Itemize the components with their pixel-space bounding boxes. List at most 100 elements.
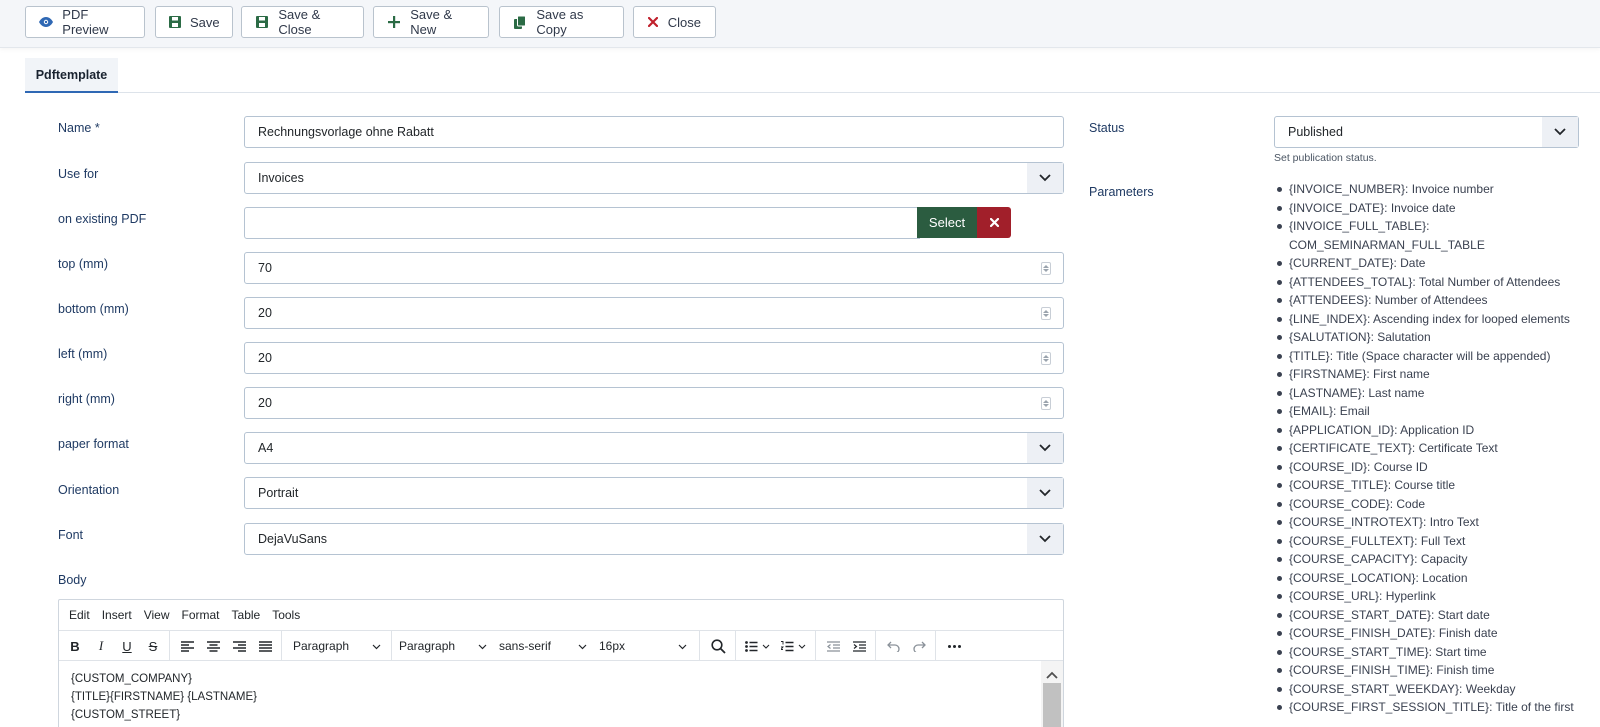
spinner-icon[interactable] xyxy=(1041,352,1051,365)
paper-format-label: paper format xyxy=(58,437,129,451)
align-right-icon[interactable] xyxy=(227,631,251,661)
floppy-icon xyxy=(255,14,269,30)
select-button[interactable]: Select xyxy=(917,207,977,238)
parameter-item: {ATTENDEES}: Number of Attendees xyxy=(1276,291,1586,310)
menu-tools[interactable]: Tools xyxy=(272,608,300,622)
save-close-label: Save & Close xyxy=(278,7,321,37)
parameter-item: {COURSE_TITLE}: Course title xyxy=(1276,476,1586,495)
usefor-label: Use for xyxy=(58,167,99,181)
menu-edit[interactable]: Edit xyxy=(69,608,90,622)
left-mm-input[interactable]: 20 xyxy=(244,342,1064,374)
menu-view[interactable]: View xyxy=(144,608,170,622)
chevron-down-icon xyxy=(1542,117,1578,147)
right-mm-value: 20 xyxy=(258,396,272,410)
editor-content[interactable]: {CUSTOM_COMPANY} {TITLE}{FIRSTNAME} {LAS… xyxy=(71,670,257,724)
chevron-down-icon xyxy=(478,639,487,653)
chevron-down-icon xyxy=(1027,163,1063,193)
save-close-button[interactable]: Save & Close xyxy=(241,6,364,38)
bottom-mm-label: bottom (mm) xyxy=(58,302,129,316)
menu-format[interactable]: Format xyxy=(182,608,220,622)
save-button[interactable]: Save xyxy=(155,6,233,38)
orientation-select[interactable]: Portrait xyxy=(244,477,1064,509)
paragraph-select[interactable]: Paragraph xyxy=(393,631,493,661)
chevron-up-icon xyxy=(1046,667,1058,682)
top-mm-input[interactable]: 70 xyxy=(244,252,1064,284)
redo-icon[interactable] xyxy=(907,631,931,661)
scrollbar-thumb[interactable] xyxy=(1043,683,1061,727)
save-new-button[interactable]: Save & New xyxy=(373,6,489,38)
font-size-value: 16px xyxy=(599,639,626,653)
name-input[interactable]: Rechnungsvorlage ohne Rabatt xyxy=(244,116,1064,148)
align-center-icon[interactable] xyxy=(201,631,225,661)
tab-pdftemplate[interactable]: Pdftemplate xyxy=(25,58,118,93)
rich-text-editor: Edit Insert View Format Table Tools B I … xyxy=(58,599,1064,727)
content-line: {CUSTOM_STREET} xyxy=(71,709,181,721)
existing-pdf-label: on existing PDF xyxy=(58,212,147,226)
italic-icon[interactable]: I xyxy=(89,631,113,661)
spinner-icon[interactable] xyxy=(1041,307,1051,320)
bold-icon[interactable]: B xyxy=(63,631,87,661)
top-mm-value: 70 xyxy=(258,261,272,275)
orientation-label: Orientation xyxy=(58,483,120,497)
parameter-item: {INVOICE_FULL_TABLE}: COM_SEMINARMAN_FUL… xyxy=(1276,217,1586,254)
parameter-item: {COURSE_ID}: Course ID xyxy=(1276,458,1586,477)
chevron-down-icon xyxy=(372,639,381,653)
font-select[interactable]: DejaVuSans xyxy=(244,523,1064,555)
more-icon[interactable] xyxy=(941,631,967,661)
pdf-preview-button[interactable]: PDF Preview xyxy=(25,6,145,38)
font-family-select[interactable]: sans-serif xyxy=(493,631,593,661)
search-icon[interactable] xyxy=(705,631,731,661)
editor-scrollbar[interactable] xyxy=(1041,661,1063,727)
parameter-item: {FIRSTNAME}: First name xyxy=(1276,365,1586,384)
strikethrough-icon[interactable]: S xyxy=(141,631,165,661)
content-line: {CUSTOM_COMPANY} xyxy=(71,673,192,685)
font-label: Font xyxy=(58,528,84,542)
name-label: Name * xyxy=(58,121,100,135)
clear-button[interactable] xyxy=(977,207,1011,238)
font-value: DejaVuSans xyxy=(258,532,328,546)
tab-bar: Pdftemplate xyxy=(25,58,1600,93)
bottom-mm-value: 20 xyxy=(258,306,272,320)
menu-table[interactable]: Table xyxy=(232,608,261,622)
align-left-icon[interactable] xyxy=(175,631,199,661)
status-help-text: Set publication status. xyxy=(1274,152,1377,164)
bullet-list-icon[interactable] xyxy=(741,631,775,661)
paper-format-select[interactable]: A4 xyxy=(244,432,1064,464)
chevron-down-icon xyxy=(1027,433,1063,463)
x-icon xyxy=(989,215,999,230)
align-justify-icon[interactable] xyxy=(253,631,277,661)
menu-insert[interactable]: Insert xyxy=(102,608,132,622)
undo-icon[interactable] xyxy=(881,631,905,661)
parameters-list: {INVOICE_NUMBER}: Invoice number {INVOICE… xyxy=(1276,180,1586,717)
indent-icon[interactable] xyxy=(847,631,871,661)
save-copy-button[interactable]: Save as Copy xyxy=(499,6,624,38)
spinner-icon[interactable] xyxy=(1041,397,1051,410)
block-format-select[interactable]: Paragraph xyxy=(287,631,387,661)
close-label: Close xyxy=(667,14,701,30)
outdent-icon[interactable] xyxy=(821,631,845,661)
content-line: {TITLE}{FIRSTNAME} {LASTNAME} xyxy=(71,691,257,703)
parameter-item: {ATTENDEES_TOTAL}: Total Number of Atten… xyxy=(1276,273,1586,292)
status-value: Published xyxy=(1288,125,1343,139)
top-mm-label: top (mm) xyxy=(58,257,108,271)
status-select[interactable]: Published xyxy=(1274,116,1579,148)
underline-icon[interactable]: U xyxy=(115,631,139,661)
spinner-icon[interactable] xyxy=(1041,262,1051,275)
font-size-select[interactable]: 16px xyxy=(593,631,693,661)
right-mm-input[interactable]: 20 xyxy=(244,387,1064,419)
usefor-value: Invoices xyxy=(258,171,304,185)
parameter-item: {EMAIL}: Email xyxy=(1276,402,1586,421)
parameter-item: {LASTNAME}: Last name xyxy=(1276,384,1586,403)
parameter-item: {COURSE_FINISH_TIME}: Finish time xyxy=(1276,661,1586,680)
numbered-list-icon[interactable] xyxy=(777,631,811,661)
usefor-select[interactable]: Invoices xyxy=(244,162,1064,194)
existing-pdf-input[interactable] xyxy=(244,207,920,239)
paragraph-value: Paragraph xyxy=(399,639,456,653)
eye-icon xyxy=(39,14,54,30)
bottom-mm-input[interactable]: 20 xyxy=(244,297,1064,329)
close-button[interactable]: Close xyxy=(633,6,716,38)
chevron-down-icon xyxy=(578,639,587,653)
parameter-item: {CURRENT_DATE}: Date xyxy=(1276,254,1586,273)
copy-icon xyxy=(513,14,527,30)
parameter-item: {CERTIFICATE_TEXT}: Certificate Text xyxy=(1276,439,1586,458)
